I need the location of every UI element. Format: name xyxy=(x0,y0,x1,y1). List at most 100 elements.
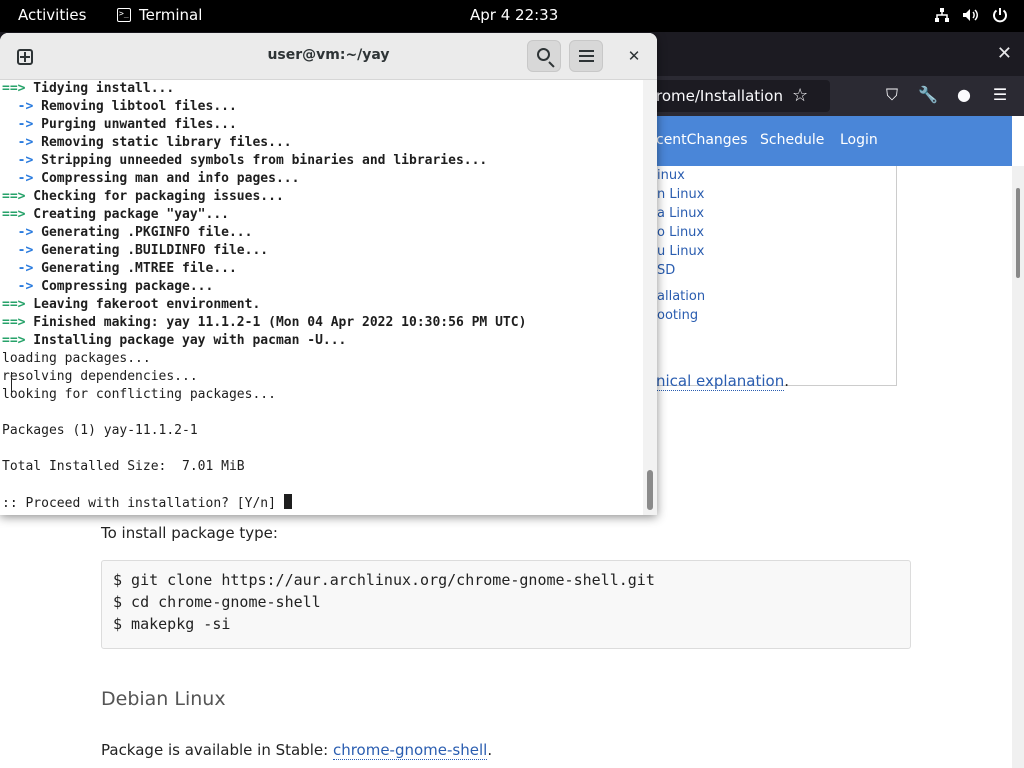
power-icon xyxy=(992,7,1008,27)
explanation-link[interactable]: nical explanation xyxy=(656,372,785,391)
code-block: $ git clone https://aur.archlinux.org/ch… xyxy=(101,560,911,649)
wrench-icon[interactable]: 🔧 xyxy=(918,85,938,104)
terminal-line: ==> Installing package yay with pacman -… xyxy=(2,332,346,350)
line-text: Installing package yay with pacman -U... xyxy=(25,333,347,348)
line-text: Stripping unneeded symbols from binaries… xyxy=(33,153,488,168)
terminal-line: ==> Tidying install... xyxy=(2,80,174,98)
app-name: Terminal xyxy=(139,6,203,24)
explanation-text: nical explanation. xyxy=(656,372,789,391)
search-button[interactable] xyxy=(527,40,561,72)
hamburger-menu-icon[interactable]: ☰ xyxy=(990,85,1010,104)
line-prefix: -> xyxy=(2,225,34,240)
terminal-line: loading packages... xyxy=(2,350,151,368)
activities-button[interactable]: Activities xyxy=(18,6,86,24)
terminal-headerbar: user@vm:~/yay ✕ xyxy=(0,33,657,80)
line-text: Removing static library files... xyxy=(33,135,292,150)
terminal-line: ==> Leaving fakeroot environment. xyxy=(2,296,260,314)
toc-link[interactable]: ooting xyxy=(657,308,698,323)
terminal-line: resolving dependencies... xyxy=(2,368,198,386)
terminal-line: -> Generating .PKGINFO file... xyxy=(2,224,253,242)
gnome-extension-icon[interactable]: ● xyxy=(954,85,974,104)
line-text: Total Installed Size: 7.01 MiB xyxy=(2,459,245,474)
section-heading: Debian Linux xyxy=(101,688,226,710)
terminal-line: ==> Creating package "yay"... xyxy=(2,206,229,224)
line-prefix: ==> xyxy=(2,189,26,204)
terminal-line: -> Stripping unneeded symbols from binar… xyxy=(2,152,488,170)
bookmark-star-icon[interactable]: ☆ xyxy=(792,85,808,106)
line-prefix: -> xyxy=(2,243,34,258)
line-text: Compressing man and info pages... xyxy=(33,171,300,186)
terminal-line: -> Generating .MTREE file... xyxy=(2,260,237,278)
toc-link[interactable]: SD xyxy=(657,263,675,278)
code-line: $ git clone https://aur.archlinux.org/ch… xyxy=(113,571,655,589)
terminal-window: user@vm:~/yay ✕ ==> Tidying install... -… xyxy=(0,33,657,515)
terminal-line: :: Proceed with installation? [Y/n] xyxy=(2,494,292,512)
terminal-icon: >_ xyxy=(117,8,131,22)
nav-link-recent-changes[interactable]: centChanges xyxy=(656,132,748,148)
terminal-line: looking for conflicting packages... xyxy=(2,386,276,404)
line-prefix: ==> xyxy=(2,297,26,312)
code-line: $ makepkg -si xyxy=(113,615,231,633)
toc-link[interactable]: a Linux xyxy=(657,206,704,221)
line-prefix: -> xyxy=(2,153,34,168)
scrollbar-thumb[interactable] xyxy=(1016,188,1020,278)
stable-label: Package is available in Stable: xyxy=(101,741,333,759)
terminal-line: -> Removing static library files... xyxy=(2,134,292,152)
pocket-icon[interactable]: ⛉ xyxy=(882,85,902,105)
terminal-line: -> Compressing man and info pages... xyxy=(2,170,300,188)
line-prefix: -> xyxy=(2,117,34,132)
package-link[interactable]: chrome-gnome-shell xyxy=(332,741,488,760)
page-scrollbar[interactable] xyxy=(1012,166,1024,768)
terminal-scrollbar[interactable] xyxy=(643,80,657,515)
line-text: Finished making: yay 11.1.2-1 (Mon 04 Ap… xyxy=(25,315,527,330)
terminal-line: Packages (1) yay-11.1.2-1 xyxy=(2,422,198,440)
volume-icon xyxy=(962,7,980,27)
system-tray[interactable] xyxy=(934,7,1008,27)
code-line: $ cd chrome-gnome-shell xyxy=(113,593,321,611)
url-text[interactable]: rome/Installation xyxy=(656,87,783,105)
terminal-line: -> Compressing package... xyxy=(2,278,214,296)
line-prefix: ==> xyxy=(2,333,26,348)
line-prefix: -> xyxy=(2,171,34,186)
line-prefix: -> xyxy=(2,135,34,150)
line-text: :: Proceed with installation? [Y/n] xyxy=(2,496,284,511)
stable-package-text: Package is available in Stable: chrome-g… xyxy=(101,741,493,760)
toc-link[interactable]: allation xyxy=(657,289,705,304)
nav-link-schedule[interactable]: Schedule xyxy=(760,132,824,148)
top-bar: Activities >_ Terminal Apr 4 22:33 xyxy=(0,0,1024,32)
terminal-line: -> Purging unwanted files... xyxy=(2,116,237,134)
hamburger-icon xyxy=(579,50,594,62)
terminal-line: Total Installed Size: 7.01 MiB xyxy=(2,458,245,476)
line-text: Compressing package... xyxy=(33,279,214,294)
line-prefix: -> xyxy=(2,279,34,294)
line-text: Packages (1) yay-11.1.2-1 xyxy=(2,423,198,438)
close-button[interactable]: ✕ xyxy=(622,45,646,69)
menu-button[interactable] xyxy=(569,40,603,72)
toc-link[interactable]: o Linux xyxy=(657,225,704,240)
terminal-output[interactable]: ==> Tidying install... -> Removing libto… xyxy=(0,80,643,515)
line-text: Generating .MTREE file... xyxy=(33,261,237,276)
line-text: Generating .BUILDINFO file... xyxy=(33,243,269,258)
line-text: Creating package "yay"... xyxy=(25,207,229,222)
line-text: Purging unwanted files... xyxy=(33,117,237,132)
toc-link[interactable]: inux xyxy=(657,168,685,183)
nav-link-login[interactable]: Login xyxy=(840,132,878,148)
line-text: Tidying install... xyxy=(25,81,175,96)
terminal-line: -> Removing libtool files... xyxy=(2,98,237,116)
app-menu[interactable]: >_ Terminal xyxy=(117,6,202,24)
text-cursor-ibeam xyxy=(11,372,13,392)
close-window-icon[interactable]: ✕ xyxy=(997,43,1012,64)
toc-link[interactable]: u Linux xyxy=(657,244,704,259)
network-icon xyxy=(934,7,950,27)
line-text: resolving dependencies... xyxy=(2,369,198,384)
clock[interactable]: Apr 4 22:33 xyxy=(470,6,558,24)
table-of-contents: inux n Linux a Linux o Linux u Linux SD … xyxy=(620,166,897,386)
toc-link[interactable]: n Linux xyxy=(657,187,704,202)
line-text: Removing libtool files... xyxy=(33,99,237,114)
line-prefix: -> xyxy=(2,261,34,276)
line-prefix: ==> xyxy=(2,207,26,222)
line-text: Leaving fakeroot environment. xyxy=(25,297,261,312)
line-text: Checking for packaging issues... xyxy=(25,189,284,204)
scrollbar-thumb[interactable] xyxy=(647,470,653,510)
terminal-line: ==> Checking for packaging issues... xyxy=(2,188,284,206)
